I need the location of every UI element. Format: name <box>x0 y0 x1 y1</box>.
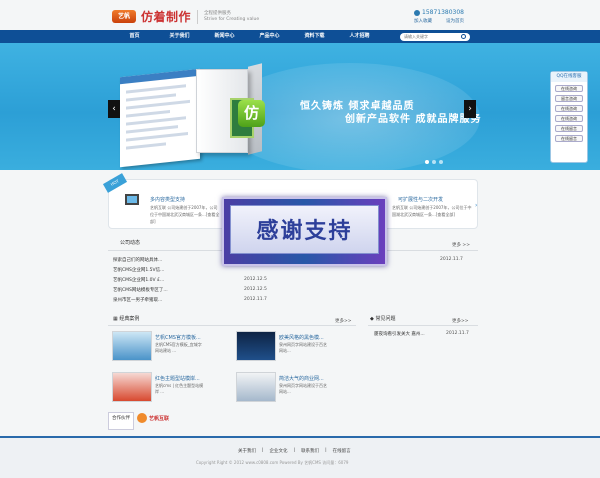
case-thumbnail[interactable] <box>112 372 152 402</box>
footer-link-contact[interactable]: 联系我们 <box>301 448 319 454</box>
news-item[interactable]: 艺帆CMS网站模板专区了... <box>113 287 168 293</box>
case-title[interactable]: 艺帆CMS官方模板... <box>155 334 201 341</box>
divider <box>108 325 356 326</box>
add-favorite-link[interactable]: 加入收藏 <box>414 18 432 24</box>
case-title[interactable]: 简洁大气的商业网... <box>279 375 324 382</box>
footer-link-culture[interactable]: 企业文化 <box>270 448 288 454</box>
case-desc: 泉州网页字网站建设于百艺网站... <box>279 383 327 394</box>
footer-separator: | <box>262 448 264 453</box>
phone-number: 15871380308 <box>414 9 464 16</box>
feature-title[interactable]: 多内容类型支持 <box>150 196 185 203</box>
banner-prev-button[interactable]: ‹ <box>108 100 120 118</box>
case-desc: 泉州网页字网站建设于百艺网站... <box>279 342 327 353</box>
search-icon[interactable] <box>461 34 466 39</box>
set-homepage-link[interactable]: 设为首页 <box>446 18 464 24</box>
news-item[interactable]: 泉州市区一男子牵猪取... <box>113 297 162 303</box>
cases-section-title: ▦ 经典案例 <box>113 316 140 322</box>
logo-title: 仿着制作 <box>141 10 192 24</box>
logo-slogan: 全程提供服务 Strive for Creating value <box>204 11 259 23</box>
fang-logo-icon: 仿 <box>238 100 265 127</box>
banner-next-button[interactable]: › <box>464 100 476 118</box>
faq-title-text: 常见问题 <box>375 316 396 322</box>
partner-logo[interactable]: 艺帆互联 <box>137 413 169 423</box>
news-section-title: 公司动态 <box>120 240 141 246</box>
main-nav: 首页 关于我们 新闻中心 产品中心 资料下载 人才招聘 <box>0 30 600 43</box>
faq-more-link[interactable]: 更多>> <box>452 318 469 324</box>
features-next-button[interactable]: › <box>475 202 477 209</box>
banner-dot[interactable] <box>432 160 436 164</box>
qq-button[interactable]: 在线留言 <box>555 125 583 132</box>
feature-desc: 艺帆互联 公司始建创于2007年，公司位于中国湖北武汉商城区一条...[查看全部… <box>392 205 472 217</box>
news-date: 2012.12.5 <box>244 277 267 282</box>
nav-item-downloads[interactable]: 资料下载 <box>292 30 337 43</box>
cases-more-link[interactable]: 更多>> <box>335 318 352 324</box>
case-title[interactable]: 红色主题型站模岸... <box>155 375 200 382</box>
site-logo[interactable]: 艺帆 仿着制作 全程提供服务 Strive for Creating value <box>112 8 259 25</box>
news-item[interactable]: 艺帆CMS企业网1.5V信... <box>113 267 164 273</box>
partner-logo-text: 艺帆互联 <box>149 415 170 422</box>
top-links: 加入收藏 设为首页 <box>414 18 464 24</box>
news-date: 2012.12.5 <box>244 287 267 292</box>
footer-copyright: Copyright Right © 2012 www.c0808.com Pow… <box>196 460 349 465</box>
qq-service-panel: QQ在线客服 在线咨询 留言咨询 在线咨询 在线咨询 在线留言 在线留言 <box>550 71 588 163</box>
feature-desc: 艺帆互联 公司始建创于2007年，公司位于中国湖北武汉商城区一条...[查看全部… <box>150 205 220 224</box>
faq-section-title: ◆ 常见问题 <box>370 316 396 322</box>
search-input[interactable] <box>400 33 470 41</box>
banner-pagination <box>425 160 443 164</box>
case-title[interactable]: 欧美风格的黑色模... <box>279 334 324 341</box>
monitor-icon <box>125 194 139 205</box>
case-desc: 艺帆CMS官方模板_宜城字网站建站 ... <box>155 342 202 353</box>
banner-dot[interactable] <box>425 160 429 164</box>
nav-item-jobs[interactable]: 人才招聘 <box>337 30 382 43</box>
faq-item[interactable]: 厦夜询看引发关大 嘉州... <box>374 331 425 337</box>
footer-separator: | <box>325 448 327 453</box>
phone-text: 15871380308 <box>422 9 464 16</box>
qq-button[interactable]: 在线咨询 <box>555 105 583 112</box>
footer-link-about[interactable]: 关于我们 <box>238 448 256 454</box>
banner-subheadline: 创新产品软件 成就品牌服务 <box>345 114 482 125</box>
news-date: 2012.11.7 <box>244 297 267 302</box>
case-thumbnail[interactable] <box>236 331 276 361</box>
faq-date: 2012.11.7 <box>446 331 469 336</box>
logo-slogan-en: Strive for Creating value <box>204 16 260 22</box>
nav-item-products[interactable]: 产品中心 <box>247 30 292 43</box>
software-screenshot <box>120 68 200 168</box>
divider <box>368 325 478 326</box>
partner-logo-icon <box>137 413 147 423</box>
qq-button[interactable]: 留言咨询 <box>555 95 583 102</box>
page: 艺帆 仿着制作 全程提供服务 Strive for Creating value… <box>0 0 600 478</box>
cases-title-text: 经典案例 <box>119 316 140 322</box>
qq-button[interactable]: 在线咨询 <box>555 85 583 92</box>
partners-label: 合作伙伴 <box>108 412 134 430</box>
case-thumbnail[interactable] <box>236 372 276 402</box>
phone-icon <box>414 9 420 16</box>
qq-panel-title: QQ在线客服 <box>551 72 587 82</box>
news-date: 2012.11.7 <box>440 257 463 262</box>
nav-item-about[interactable]: 关于我们 <box>157 30 202 43</box>
logo-divider <box>197 9 199 24</box>
news-item[interactable]: 艺帆CMS企业网1.0V £... <box>113 277 164 283</box>
logo-badge: 艺帆 <box>112 10 136 23</box>
case-desc: 艺帆cms | 红色主题型站模岸 ... <box>155 383 204 394</box>
banner-dot[interactable] <box>439 160 443 164</box>
news-item[interactable]: 探索自己们的网站具体... <box>113 257 162 263</box>
thanks-text: 感谢支持 <box>230 205 379 254</box>
feature-title[interactable]: 可扩展性与二次开发 <box>398 196 443 203</box>
qq-button[interactable]: 在线咨询 <box>555 115 583 122</box>
thanks-overlay: 感谢支持 <box>222 197 387 266</box>
qq-button[interactable]: 在线留言 <box>555 135 583 142</box>
news-more-link[interactable]: 更多 >> <box>452 242 470 248</box>
case-thumbnail[interactable] <box>112 331 152 361</box>
footer-links: 关于我们 | 企业文化 | 联系我们 | 在线留言 <box>238 448 351 454</box>
nav-item-news[interactable]: 新闻中心 <box>202 30 247 43</box>
footer-separator: | <box>293 448 296 453</box>
footer: 关于我们 | 企业文化 | 联系我们 | 在线留言 Copyright Righ… <box>0 436 600 478</box>
nav-item-home[interactable]: 首页 <box>112 30 157 43</box>
footer-link-message[interactable]: 在线留言 <box>333 448 351 454</box>
